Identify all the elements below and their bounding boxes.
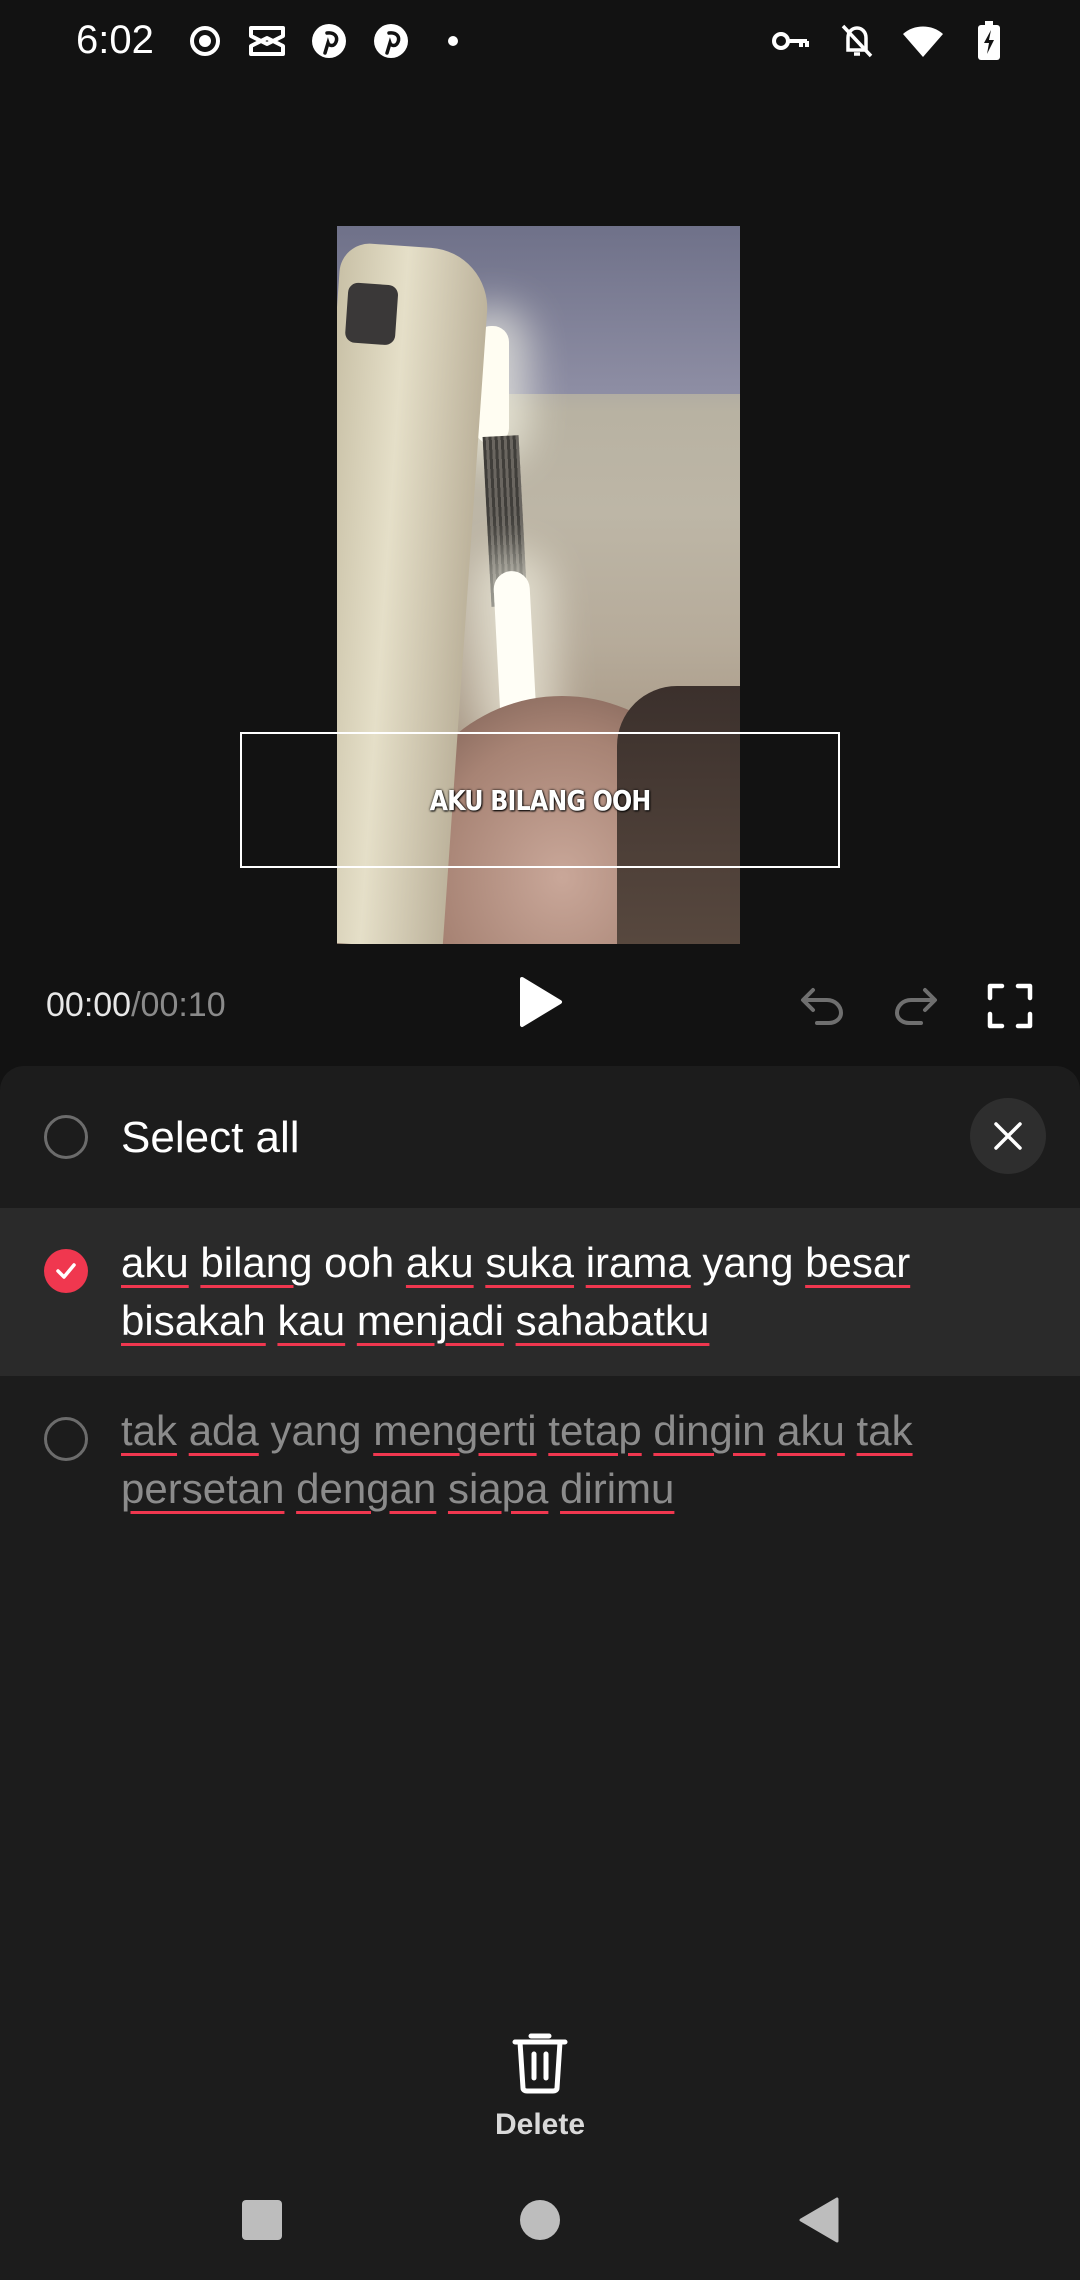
word: ooh [324,1239,395,1286]
square-icon [242,2200,282,2240]
caption-item-text: aku bilang ooh aku suka irama yang besar… [121,1234,1021,1350]
navigation-bar [0,2160,1080,2280]
bell-off-icon [836,20,878,62]
caption-line: tak ada yang mengerti tetap dingin aku t… [121,1402,1021,1460]
playback-time: 00:00/00:10 [46,986,226,1025]
caption-line: persetan dengan siapa dirimu [121,1460,1021,1518]
word: irama [585,1239,691,1286]
caption-selection-box[interactable]: AKU BILANG OOH [240,732,840,868]
home-button[interactable] [510,2190,570,2250]
status-time: 6:02 [76,18,154,62]
word: menjadi [356,1297,504,1344]
record-icon [184,20,226,62]
back-button[interactable] [788,2190,848,2250]
word: dengan [296,1465,437,1512]
circle-icon [520,2200,560,2240]
select-all-label: Select all [121,1113,300,1162]
close-icon [994,1122,1022,1150]
redo-icon [894,988,937,1025]
item-checkbox-checked[interactable] [44,1249,88,1293]
trash-icon [512,2033,568,2094]
word: kau [277,1297,346,1344]
word: bisakah [121,1297,266,1344]
fullscreen-button[interactable] [982,978,1038,1034]
delete-button[interactable]: Delete [470,2026,610,2156]
notification-icons [184,20,474,62]
word: mengerti [373,1407,537,1454]
current-time: 00:00 [46,986,132,1024]
word: sahabatku [515,1297,710,1344]
caption-item-text: tak ada yang mengerti tetap dingin aku t… [121,1402,1021,1518]
word: suka [485,1239,575,1286]
word: aku [121,1239,189,1286]
pinterest-icon [308,20,350,62]
close-button[interactable] [970,1098,1046,1174]
caption-text: AKU BILANG OOH [429,783,652,817]
delete-label: Delete [494,2108,586,2141]
word: ada [188,1407,259,1454]
caption-line: aku bilang ooh aku suka irama yang besar [121,1234,1021,1292]
wifi-icon [902,20,944,62]
word: besar [805,1239,911,1286]
system-icons [770,20,1010,62]
word: persetan [121,1465,285,1512]
word: aku [777,1407,845,1454]
undo-button[interactable] [794,978,850,1034]
word: dirimu [560,1465,675,1512]
word: tetap [548,1407,642,1454]
vpn-key-icon [770,20,812,62]
item-checkbox[interactable] [44,1417,88,1461]
word: bilang [200,1239,313,1286]
pinterest-icon [370,20,412,62]
word: yang [702,1239,794,1286]
caption-item[interactable]: aku bilang ooh aku suka irama yang besar… [0,1208,1080,1376]
status-bar: 6:02 [0,0,1080,88]
caption-line: bisakah kau menjadi sahabatku [121,1292,1021,1350]
select-all-row[interactable]: Select all [0,1066,1080,1208]
caption-item[interactable]: tak ada yang mengerti tetap dingin aku t… [0,1376,1080,1544]
word: tak [856,1407,913,1454]
fullscreen-icon [987,983,1033,1029]
select-all-checkbox[interactable] [44,1115,88,1159]
play-button[interactable] [512,974,568,1030]
redo-button[interactable] [888,978,944,1034]
video-preview-area: AKU BILANG OOH [0,88,1080,1098]
word: tak [121,1407,178,1454]
word: siapa [447,1465,549,1512]
dot-icon [432,20,474,62]
player-controls: 00:00/00:10 [0,960,1080,1050]
play-icon [520,977,562,1027]
capcut-icon [246,20,288,62]
time-separator: / [131,986,141,1024]
video-object-detail [344,282,399,346]
battery-charging-icon [968,20,1010,62]
word: yang [270,1407,362,1454]
word: aku [405,1239,474,1286]
word: dingin [653,1407,766,1454]
caption-selection-sheet: Select all aku bilang ooh aku suka irama… [0,1066,1080,2280]
triangle-back-icon [799,2197,839,2243]
total-time: 00:10 [140,986,226,1024]
check-icon [56,1263,76,1279]
recents-button[interactable] [232,2190,292,2250]
undo-icon [801,988,844,1025]
